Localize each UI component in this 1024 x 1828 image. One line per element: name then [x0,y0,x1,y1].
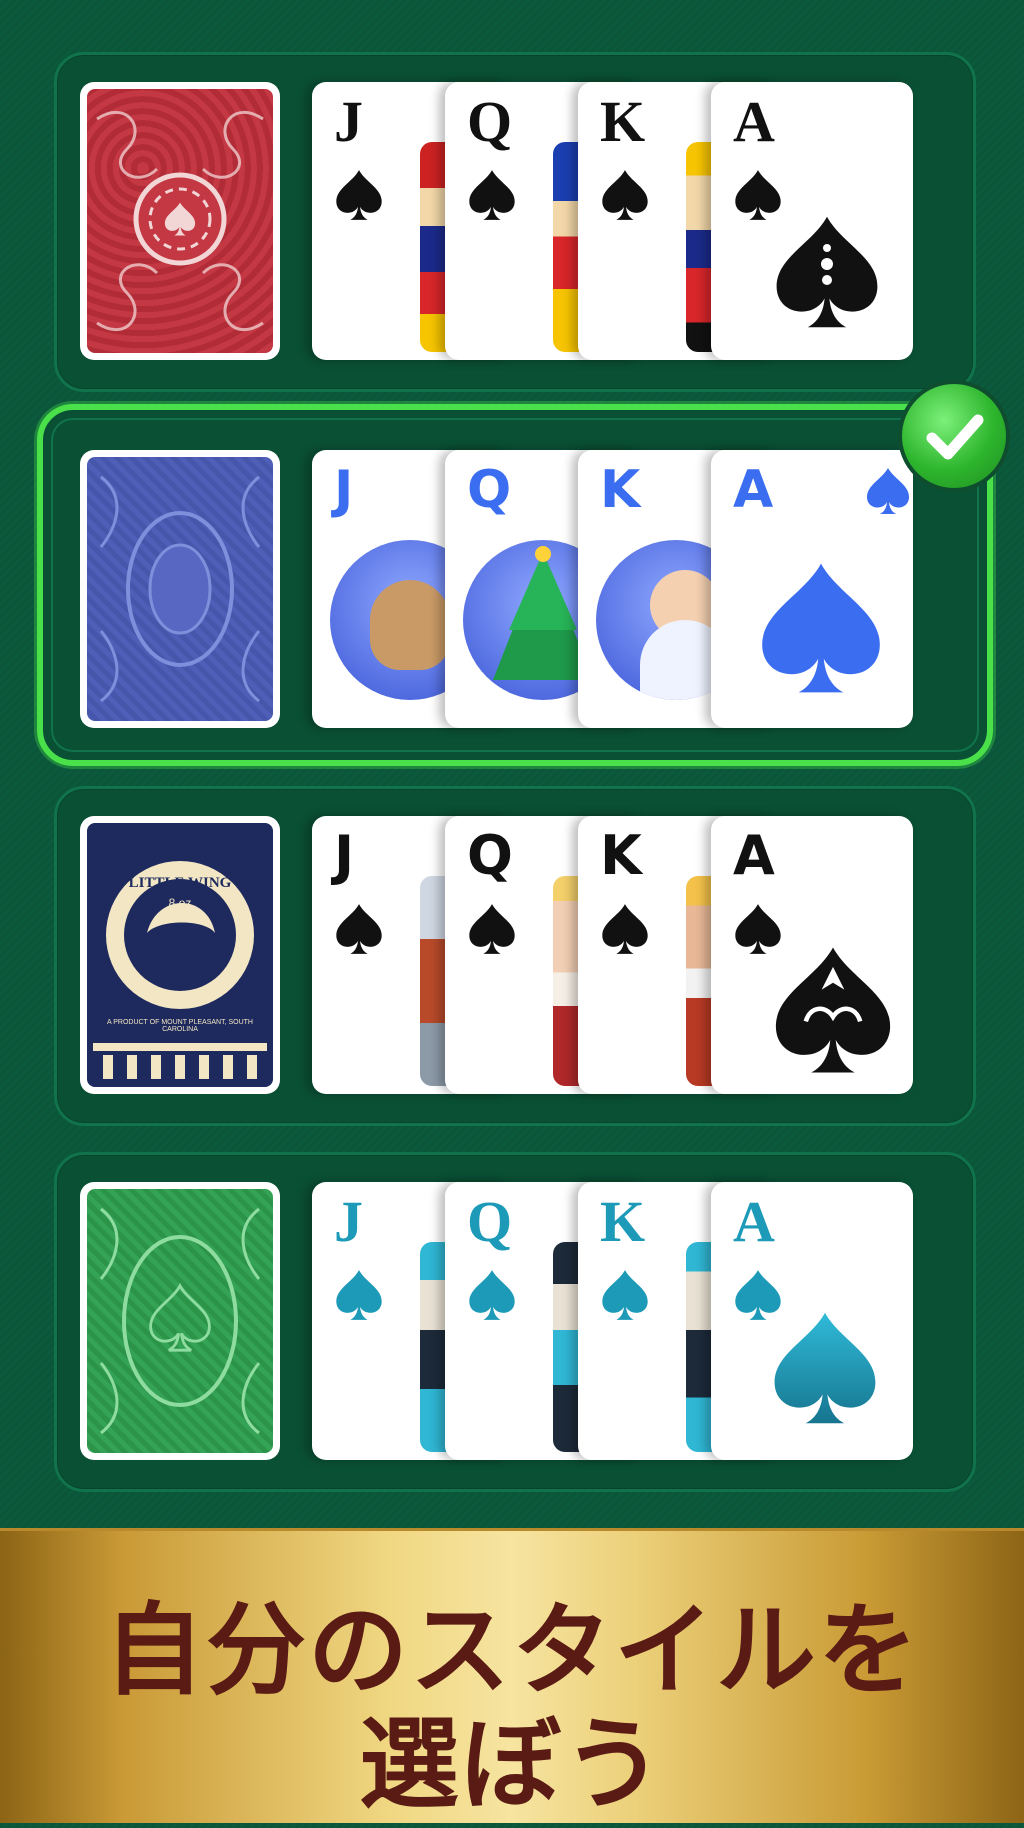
rank-label: Q [467,1189,513,1254]
card-back-red[interactable] [80,82,280,360]
rank-label: K [600,460,641,520]
tagline-text: A PRODUCT OF MOUNT PLEASANT, SOUTH CAROL… [107,1019,253,1033]
selected-check-icon [898,380,1010,492]
card-ace-spades[interactable]: A [711,82,913,360]
ornament-pattern [99,475,261,703]
rank-label: A [733,460,774,520]
rank-label: Q [467,89,513,154]
rank-label: K [600,89,646,154]
rank-label: Q [467,824,513,887]
rank-label: J [334,824,355,887]
spade-icon [602,904,648,954]
spade-icon [469,1270,515,1320]
little-wing-logo: LITTLE WING 8 oz [93,861,267,1079]
spade-icon [336,904,382,954]
rank-label: J [334,1189,363,1254]
rank-label: J [334,460,354,520]
brand-text: LITTLE WING [129,875,232,891]
spade-icon [867,468,909,514]
rank-label: Q [467,460,512,520]
large-spade-icon [775,947,891,1073]
banner-title-line2: 選ぼう [359,1706,665,1823]
ornament-pattern [99,1207,261,1435]
spade-icon [602,170,648,220]
card-back-green[interactable] [80,1182,280,1460]
card-ace-teal[interactable]: A [711,1182,913,1460]
rank-label: K [600,1189,646,1254]
card-ace-christmas[interactable]: A [711,450,913,728]
spade-icon [469,170,515,220]
spade-icon [469,904,515,954]
large-spade-icon [774,1312,876,1424]
rank-label: A [733,89,775,154]
large-spade-icon [762,563,880,693]
card-ace-royal[interactable]: A [711,816,913,1094]
spade-icon [336,170,382,220]
ornament-pattern [96,111,264,331]
rank-label: A [733,824,775,887]
large-spade-icon [776,216,878,328]
rank-label: J [334,89,363,154]
spade-icon [602,1270,648,1320]
spade-icon [336,1270,382,1320]
size-text: 8 oz [169,896,192,910]
rank-label: A [733,1189,775,1254]
promo-banner: 自分のスタイルを 選ぼう [0,1528,1024,1823]
card-back-blue[interactable] [80,450,280,728]
card-back-little-wing[interactable]: LITTLE WING 8 oz A PRODUCT OF MOUNT PLEA… [80,816,280,1094]
rank-label: K [600,824,642,887]
